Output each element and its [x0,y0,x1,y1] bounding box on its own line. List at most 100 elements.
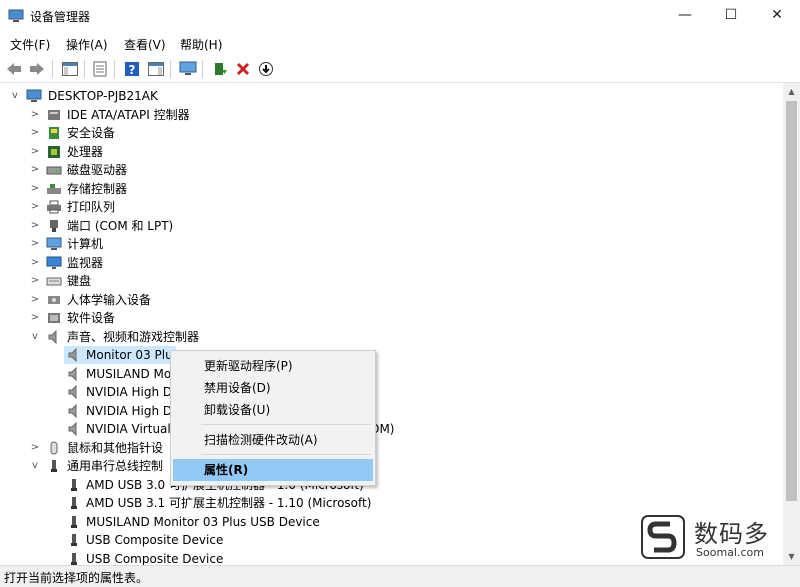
usb-device[interactable]: USB Composite Device [64,550,464,565]
scan-monitor-button[interactable] [178,59,198,79]
device-manager-icon [8,9,24,22]
printer-icon [47,200,61,214]
tree-category[interactable]: > 监视器 [0,254,760,272]
computer-icon [46,237,62,250]
category-label: 键盘 [67,274,92,288]
mouse-icon [50,441,58,455]
maximize-button[interactable]: ☐ [708,0,754,30]
ide-controller-icon [48,110,60,120]
audio-device[interactable]: MUSILAND Mo [64,365,176,383]
menu-action[interactable]: 操作(A) [66,36,108,53]
category-label: 安全设备 [67,126,116,140]
soomal-logo-icon [641,515,685,559]
category-label: 处理器 [67,145,104,159]
usb-device[interactable]: AMD USB 3.1 可扩展主机控制器 - 1.10 (Microsoft) [64,494,464,512]
chevron-right-icon[interactable]: > [30,291,40,309]
update-driver-button[interactable] [210,59,230,79]
chevron-right-icon[interactable]: > [30,235,40,253]
menu-file[interactable]: 文件(F) [10,36,50,53]
tree-category[interactable]: > IDE ATA/ATAPI 控制器 [0,106,760,124]
forward-button[interactable] [27,59,47,79]
show-hide-console-tree-button[interactable] [60,59,80,79]
chevron-right-icon[interactable]: > [30,309,40,327]
device-label: USB Composite Device [86,552,224,565]
device-label: Monitor 03 Plu [86,348,173,362]
scroll-thumb[interactable] [786,101,797,501]
device-label: NVIDIA High D [86,385,173,399]
tree-category[interactable]: > 软件设备 [0,309,760,327]
tree-category[interactable]: > 处理器 [0,143,760,161]
usb-icon [71,497,77,509]
vertical-scrollbar[interactable]: ▲ ▼ [783,83,800,565]
tree-category-usb[interactable]: v 通用串行总线控制 [0,457,170,475]
category-label: 计算机 [67,237,104,251]
help-icon: ? [125,62,139,77]
audio-device-selected[interactable]: Monitor 03 Plu [64,346,176,364]
tree-category[interactable]: > 打印队列 [0,198,760,216]
watermark-text: 数码多 [694,520,769,548]
speaker-icon [68,348,77,362]
back-button[interactable] [4,59,24,79]
chevron-right-icon[interactable]: > [30,124,40,142]
security-device-icon [49,127,59,139]
category-label: 磁盘驱动器 [67,163,128,177]
usb-device[interactable]: MUSILAND Monitor 03 Plus USB Device [64,513,464,531]
enable-device-button[interactable] [256,59,276,79]
tree-category[interactable]: > 存储控制器 [0,180,760,198]
chevron-down-icon[interactable]: v [30,457,40,475]
chevron-right-icon[interactable]: > [30,198,40,216]
category-label: 存储控制器 [67,182,128,196]
audio-device[interactable]: NVIDIA Virtual [64,420,176,438]
disk-drive-icon [46,166,62,175]
uninstall-button[interactable] [233,59,253,79]
chevron-right-icon[interactable]: > [30,272,40,290]
tree-category[interactable]: > 计算机 [0,235,760,253]
arrow-left-icon [7,63,21,75]
chevron-right-icon[interactable]: > [30,254,40,272]
chevron-down-icon[interactable]: v [10,87,20,105]
chevron-right-icon[interactable]: > [30,439,40,457]
menu-disable-device[interactable]: 禁用设备(D) [173,377,373,399]
download-circle-icon [259,62,273,76]
tree-category[interactable]: > 端口 (COM 和 LPT) [0,217,760,235]
device-tree[interactable]: v DESKTOP-PJB21AK > IDE ATA/ATAPI 控制器 > … [0,83,782,565]
usb-icon [71,479,77,491]
menu-uninstall-device[interactable]: 卸载设备(U) [173,399,373,421]
chevron-right-icon[interactable]: > [30,180,40,198]
help-button[interactable]: ? [122,59,142,79]
minimize-button[interactable]: — [662,0,708,30]
chevron-right-icon[interactable]: > [30,143,40,161]
audio-device[interactable]: NVIDIA High D [64,402,176,420]
tree-category[interactable]: > 人体学输入设备 [0,291,760,309]
tree-root[interactable]: v DESKTOP-PJB21AK [0,87,760,105]
scroll-up-icon[interactable]: ▲ [783,83,800,100]
audio-device[interactable]: NVIDIA High D [64,383,176,401]
tree-category[interactable]: > 安全设备 [0,124,760,142]
menu-scan-hardware[interactable]: 扫描检测硬件改动(A) [173,429,373,451]
category-label: 端口 (COM 和 LPT) [67,219,174,233]
menu-separator [201,424,371,425]
root-label: DESKTOP-PJB21AK [48,89,158,103]
close-button[interactable]: ✕ [754,0,800,30]
tree-category-audio[interactable]: v 声音、视频和游戏控制器 [0,328,760,346]
title-bar: 设备管理器 — ☐ ✕ [0,0,800,32]
menu-update-driver[interactable]: 更新驱动程序(P) [173,355,373,377]
usb-device[interactable]: USB Composite Device [64,531,464,549]
chevron-right-icon[interactable]: > [30,161,40,179]
tree-category[interactable]: > 磁盘驱动器 [0,161,760,179]
chevron-right-icon[interactable]: > [30,106,40,124]
device-label: MUSILAND Monitor 03 Plus USB Device [86,515,320,529]
menu-help[interactable]: 帮助(H) [180,36,222,53]
tree-category[interactable]: > 键盘 [0,272,760,290]
action-pane-button[interactable] [146,59,166,79]
chevron-right-icon[interactable]: > [30,217,40,235]
toolbar-separator [114,60,115,78]
tree-category-mouse[interactable]: > 鼠标和其他指针设 [0,439,170,457]
delete-x-icon [236,62,250,76]
menu-view[interactable]: 查看(V) [124,36,166,53]
port-icon [50,220,58,232]
chevron-down-icon[interactable]: v [30,328,40,346]
properties-button[interactable] [90,59,110,79]
monitor-scan-icon [179,61,197,75]
menu-properties[interactable]: 属性(R) [173,459,373,481]
